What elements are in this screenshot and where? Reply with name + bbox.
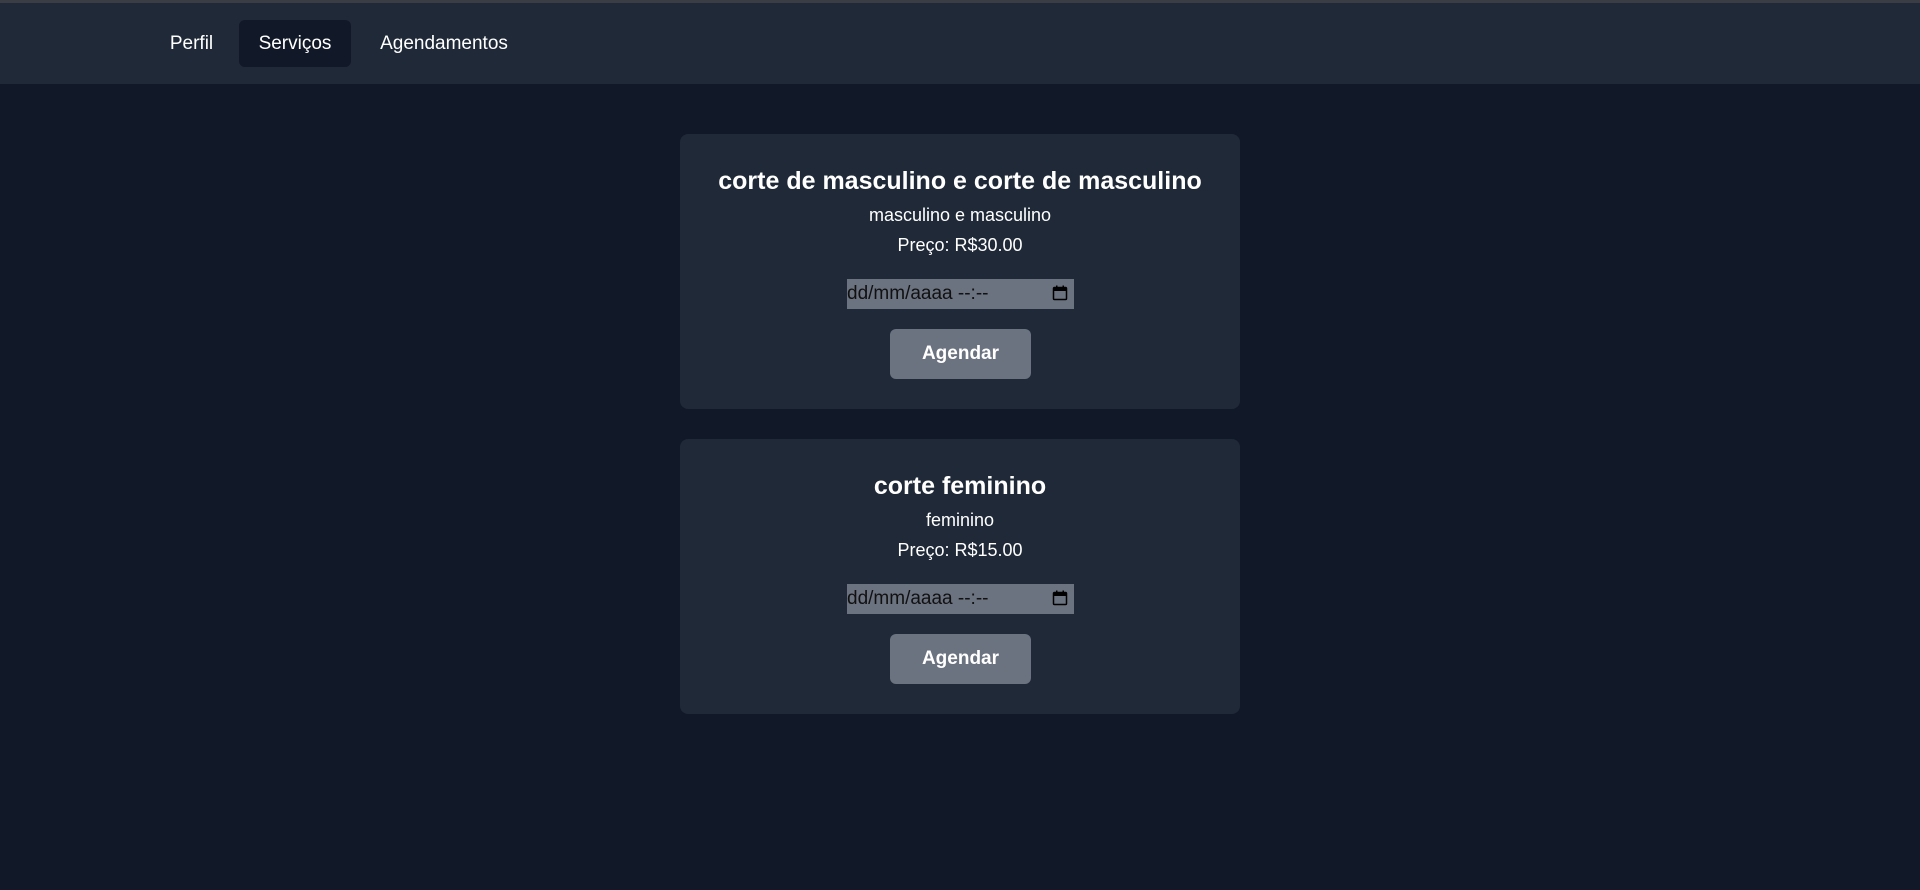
datetime-input[interactable]: dd/mm/aaaa --:-- — [847, 584, 1074, 614]
nav-item-servicos[interactable]: Serviços — [239, 20, 351, 67]
service-card: corte feminino feminino Preço: R$15.00 d… — [680, 439, 1240, 714]
datetime-placeholder: dd/mm/aaaa --:-- — [847, 588, 989, 609]
calendar-icon[interactable] — [1052, 285, 1068, 301]
service-price: Preço: R$15.00 — [897, 540, 1023, 560]
service-card: corte de masculino e corte de masculino … — [680, 134, 1240, 409]
service-price: Preço: R$30.00 — [897, 235, 1023, 255]
nav-item-agendamentos[interactable]: Agendamentos — [358, 20, 530, 67]
service-description: feminino — [925, 510, 995, 530]
agendar-button[interactable]: Agendar — [890, 634, 1031, 684]
service-description: masculino e masculino — [868, 205, 1052, 225]
top-navbar: Perfil Serviços Agendamentos — [0, 3, 1920, 84]
datetime-input[interactable]: dd/mm/aaaa --:-- — [847, 279, 1074, 309]
service-title: corte de masculino e corte de masculino — [718, 167, 1202, 195]
agendar-button[interactable]: Agendar — [890, 329, 1031, 379]
calendar-icon[interactable] — [1052, 590, 1068, 606]
service-title: corte feminino — [873, 472, 1047, 500]
datetime-placeholder: dd/mm/aaaa --:-- — [847, 283, 989, 304]
nav-item-perfil[interactable]: Perfil — [150, 20, 233, 67]
